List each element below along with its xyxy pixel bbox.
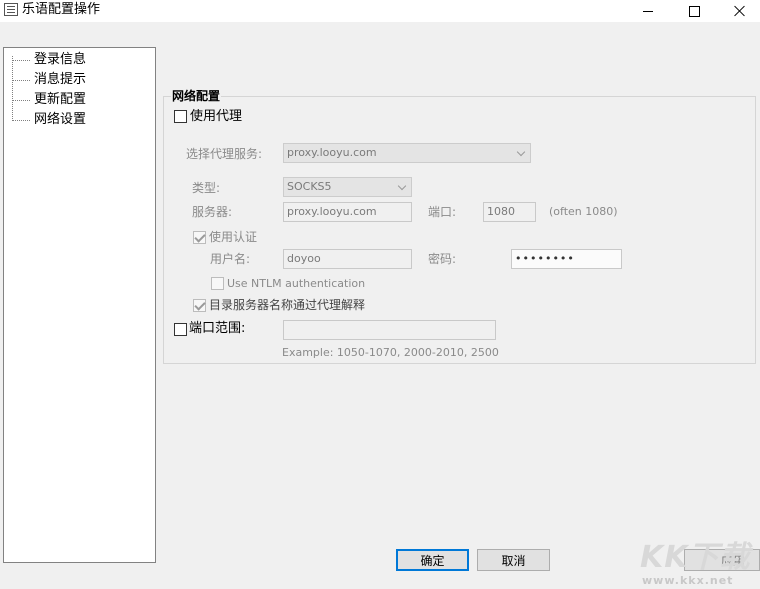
app-config-icon (4, 3, 18, 16)
tree-item-label: 网络设置 (34, 112, 87, 127)
port-hint: (often 1080) (549, 205, 618, 218)
title-bar: 乐语配置操作 (0, 0, 760, 22)
ntlm-label: Use NTLM authentication (227, 277, 366, 290)
dns-via-proxy-label: 目录服务器名称通过代理解释 (209, 298, 366, 312)
apply-button[interactable]: 应用 (684, 549, 760, 571)
tree-item-network-settings[interactable]: 网络设置 (12, 110, 152, 130)
proxy-service-select[interactable]: proxy.looyu.com (283, 143, 531, 163)
port-label: 端口: (428, 205, 457, 219)
proxy-service-value: proxy.looyu.com (287, 146, 377, 159)
dns-via-proxy-checkbox[interactable] (193, 299, 206, 312)
port-range-label: 端口范围: (189, 321, 246, 336)
select-service-label: 选择代理服务: (186, 147, 263, 161)
ntlm-checkbox[interactable] (211, 277, 224, 290)
close-icon (734, 5, 746, 17)
use-proxy-label: 使用代理 (190, 109, 243, 124)
port-range-checkbox[interactable] (174, 323, 187, 336)
tree-item-update-config[interactable]: 更新配置 (12, 90, 152, 110)
settings-tree[interactable]: 登录信息 消息提示 更新配置 网络设置 (3, 47, 156, 563)
use-proxy-checkbox[interactable] (174, 110, 187, 123)
server-input[interactable]: proxy.looyu.com (283, 202, 412, 222)
password-label: 密码: (428, 252, 457, 266)
chevron-down-icon (397, 181, 407, 191)
chevron-down-icon (516, 147, 526, 157)
use-auth-label: 使用认证 (209, 230, 258, 244)
watermark-url: www.kkx.net (642, 574, 734, 587)
maximize-icon (688, 5, 700, 17)
tree-item-label: 消息提示 (34, 72, 87, 87)
tree-item-label: 更新配置 (34, 92, 87, 107)
port-input[interactable]: 1080 (483, 202, 536, 222)
server-label: 服务器: (192, 205, 233, 219)
minimize-button[interactable] (625, 0, 671, 22)
ok-button[interactable]: 确定 (396, 549, 469, 571)
tree-item-label: 登录信息 (34, 52, 87, 67)
username-input[interactable]: doyoo (283, 249, 412, 269)
tree-item-message-tips[interactable]: 消息提示 (12, 70, 152, 90)
close-button[interactable] (717, 0, 760, 22)
password-input[interactable]: •••••••• (511, 249, 622, 269)
type-label: 类型: (192, 181, 221, 195)
group-title: 网络配置 (171, 89, 222, 104)
proxy-type-value: SOCKS5 (287, 180, 332, 193)
tree-item-login-info[interactable]: 登录信息 (12, 50, 152, 70)
proxy-type-select[interactable]: SOCKS5 (283, 177, 412, 197)
maximize-button[interactable] (671, 0, 717, 22)
cancel-button[interactable]: 取消 (477, 549, 550, 571)
use-auth-checkbox[interactable] (193, 231, 206, 244)
username-label: 用户名: (210, 252, 251, 266)
minimize-icon (643, 10, 653, 12)
port-range-input[interactable] (283, 320, 496, 340)
window-title: 乐语配置操作 (22, 2, 101, 17)
port-range-example: Example: 1050-1070, 2000-2010, 2500 (282, 346, 499, 359)
